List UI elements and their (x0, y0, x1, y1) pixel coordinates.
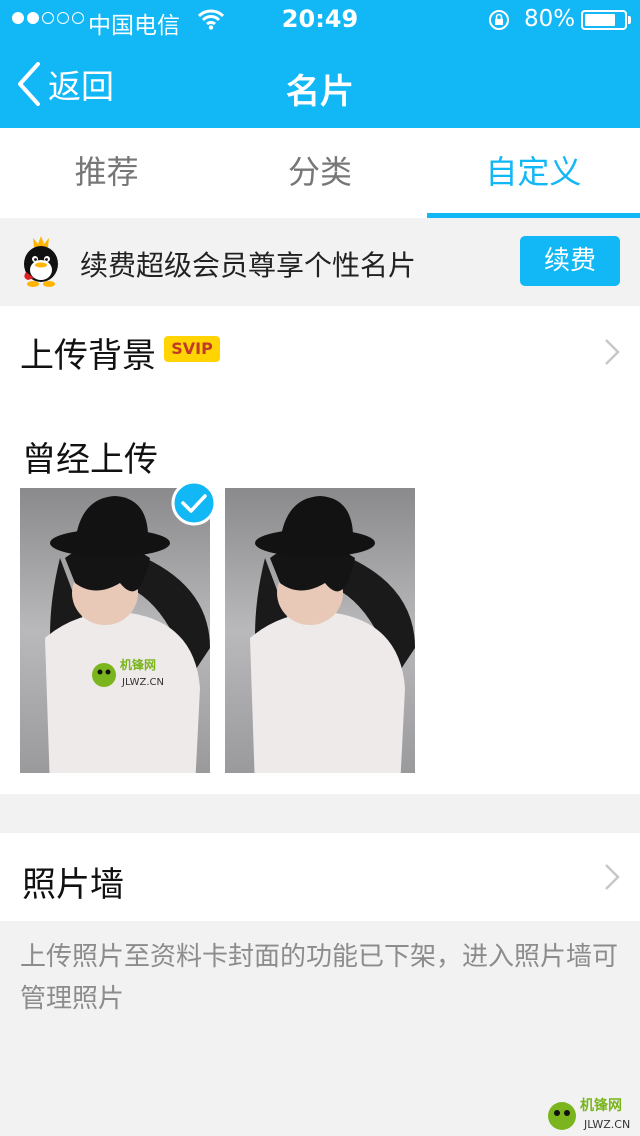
upload-background-row[interactable]: 上传背景 SVIP (0, 306, 640, 396)
battery-icon (581, 10, 627, 30)
battery-tip (628, 16, 631, 24)
selected-check-icon (171, 480, 217, 526)
battery-percentage: 80% (524, 6, 576, 32)
battery-level-fill (585, 14, 615, 26)
top-bar: 中国电信 20:49 80% 返回 名片 (0, 0, 640, 128)
banner-text: 续费超级会员尊享个性名片 (80, 249, 417, 282)
chevron-right-icon (605, 864, 620, 890)
chevron-left-icon (18, 62, 40, 106)
uploaded-photo[interactable] (225, 488, 415, 773)
corner-watermark: 机锋网 JLWZ.CN (544, 1092, 640, 1136)
photo-watermark-text: JLWZ.CN (122, 677, 164, 688)
upload-background-label: 上传背景 (20, 336, 156, 376)
status-bar: 中国电信 20:49 80% (0, 0, 640, 40)
photo-wall-label: 照片墙 (22, 865, 124, 905)
photo-image (20, 488, 210, 773)
tab-bar: 推荐 分类 自定义 (0, 128, 640, 218)
photo-image (225, 488, 415, 773)
rotation-lock-icon (489, 10, 509, 30)
uploaded-photo[interactable]: 机锋网 JLWZ.CN (20, 488, 210, 773)
svip-badge: SVIP (164, 336, 220, 362)
back-label: 返回 (48, 67, 114, 106)
upload-section: 上传背景 SVIP 曾经上传 机锋网 JLWZ.CN (0, 306, 640, 794)
qq-penguin-icon (24, 236, 58, 287)
chevron-right-icon (605, 339, 620, 365)
renew-button[interactable]: 续费 (520, 236, 620, 286)
tab-custom[interactable]: 自定义 (427, 128, 640, 218)
photo-wall-row[interactable]: 照片墙 (0, 833, 640, 921)
tab-categories[interactable]: 分类 (213, 128, 426, 218)
svg-text:机锋网: 机锋网 (120, 657, 156, 672)
previously-uploaded-label: 曾经上传 (22, 440, 158, 480)
back-button[interactable]: 返回 (14, 58, 114, 110)
watermark-text: JLWZ.CN (584, 1118, 631, 1131)
photo-wall-note: 上传照片至资料卡封面的功能已下架，进入照片墙可管理照片 (20, 942, 619, 1014)
tab-recommended[interactable]: 推荐 (0, 128, 213, 218)
svip-banner: 续费超级会员尊享个性名片 续费 (0, 218, 640, 306)
svg-text:机锋网: 机锋网 (580, 1097, 622, 1114)
